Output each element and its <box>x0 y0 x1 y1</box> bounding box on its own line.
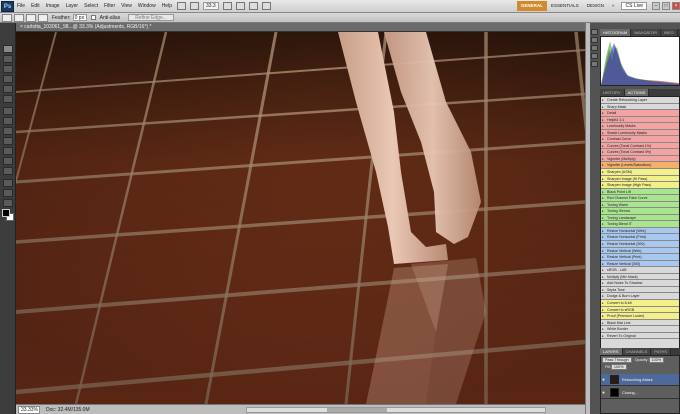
type-tool-icon[interactable] <box>3 189 13 197</box>
styles-panel-icon[interactable] <box>591 45 598 51</box>
workspace-essentials-button[interactable]: ESSENTIALS <box>547 1 583 11</box>
fill-field[interactable]: 100% <box>610 363 627 370</box>
tab-navigator[interactable]: NAVIGATOR <box>631 29 662 36</box>
screen-mode-icon[interactable] <box>261 2 271 10</box>
cs-live-button[interactable]: CS Live <box>621 2 647 10</box>
mini-bridge-icon[interactable] <box>189 2 199 10</box>
pen-tool-icon[interactable] <box>3 179 13 187</box>
layer-name[interactable]: Closing... <box>622 391 638 395</box>
layer-row[interactable]: ● Closing... <box>601 387 679 399</box>
move-tool-icon[interactable] <box>3 45 13 53</box>
blend-mode-select[interactable]: Pass Through <box>602 356 632 363</box>
menu-file[interactable]: File <box>14 3 28 9</box>
minimize-icon[interactable]: – <box>652 2 660 10</box>
antialias-label: Anti-alias <box>99 14 121 21</box>
opacity-label: Opacity: <box>634 357 649 362</box>
menu-window[interactable]: Window <box>135 3 159 9</box>
opacity-field[interactable]: 100% <box>648 356 665 363</box>
subtract-selection-icon[interactable] <box>38 13 48 22</box>
workspace-design-button[interactable]: DESIGN <box>583 1 608 11</box>
menu-view[interactable]: View <box>118 3 135 9</box>
status-bar: 33.33% Doc: 32.4M/135.0M <box>16 404 585 414</box>
history-brush-tool-icon[interactable] <box>3 137 13 145</box>
tab-actions[interactable]: ACTIONS <box>624 89 650 96</box>
tab-channels[interactable]: CHANNELS <box>622 348 652 355</box>
menu-image[interactable]: Image <box>43 3 63 9</box>
eyedropper-tool-icon[interactable] <box>3 95 13 103</box>
crop-tool-icon[interactable] <box>3 85 13 93</box>
clone-stamp-tool-icon[interactable] <box>3 127 13 135</box>
tab-paths[interactable]: PATHS <box>651 348 672 355</box>
menu-edit[interactable]: Edit <box>28 3 43 9</box>
brush-tool-icon[interactable] <box>3 117 13 125</box>
marquee-preset-icon[interactable] <box>2 13 12 22</box>
healing-brush-tool-icon[interactable] <box>3 107 13 115</box>
panels-dock: HISTOGRAM NAVIGATOR INFO HISTORY ACTIONS… <box>590 23 680 414</box>
status-zoom-field[interactable]: 33.33% <box>18 405 40 414</box>
menu-help[interactable]: Help <box>159 3 175 9</box>
tile-floor-photo <box>16 32 585 404</box>
histogram-panel-tabs: HISTOGRAM NAVIGATOR INFO <box>600 29 680 36</box>
gradient-tool-icon[interactable] <box>3 157 13 165</box>
menu-bar: Ps File Edit Image Layer Select Filter V… <box>0 0 680 13</box>
tab-layers[interactable]: LAYERS <box>600 348 623 355</box>
layer-fill-row: Fill: 100% <box>601 363 679 370</box>
layers-panel-tabs: LAYERS CHANNELS PATHS <box>600 348 680 355</box>
color-panel-icon[interactable] <box>591 29 598 35</box>
menu-select[interactable]: Select <box>81 3 101 9</box>
arrange-documents-icon[interactable] <box>248 2 258 10</box>
antialias-checkbox[interactable] <box>90 15 96 20</box>
zoom-level-dropdown[interactable]: 33.3 <box>202 2 219 10</box>
foreground-color-swatch[interactable] <box>2 209 10 217</box>
image-canvas[interactable] <box>16 32 585 404</box>
menu-layer[interactable]: Layer <box>63 3 82 9</box>
tab-info[interactable]: INFO <box>661 29 678 36</box>
eraser-tool-icon[interactable] <box>3 147 13 155</box>
layer-thumbnail <box>610 388 619 397</box>
new-selection-icon[interactable] <box>14 13 24 22</box>
eye-icon[interactable]: ● <box>602 390 608 396</box>
tools-panel <box>0 23 16 414</box>
close-icon[interactable]: × <box>672 2 680 10</box>
workspace-more-icon[interactable]: » <box>608 1 619 11</box>
action-item[interactable]: Revert To Original <box>601 332 679 340</box>
workspace-general-button[interactable]: GENERAL <box>516 1 547 11</box>
layer-options-row: Pass Through Opacity: 100% <box>601 356 679 363</box>
quick-select-tool-icon[interactable] <box>3 75 13 83</box>
refine-edge-button[interactable]: Refine Edge... <box>128 14 174 21</box>
feather-label: Feather: <box>52 14 71 21</box>
hand-tool-icon[interactable] <box>3 199 13 207</box>
document-size-info[interactable]: Doc: 32.4M/135.0M <box>46 406 96 414</box>
actions-list: Create Retouching LayerSharp MaskDetailH… <box>600 96 680 356</box>
photoshop-logo: Ps <box>1 0 14 12</box>
actions-panel-tabs: HISTORY ACTIONS <box>600 89 680 96</box>
layers-panel: Pass Through Opacity: 100% Fill: 100% ● … <box>600 355 680 414</box>
feather-input[interactable]: 0 px <box>72 14 87 21</box>
maximize-icon[interactable]: □ <box>662 2 670 10</box>
marquee-tool-icon[interactable] <box>3 55 13 63</box>
tab-history[interactable]: HISTORY <box>600 89 625 96</box>
lasso-tool-icon[interactable] <box>3 65 13 73</box>
menu-filter[interactable]: Filter <box>101 3 118 9</box>
masks-panel-icon[interactable] <box>591 61 598 67</box>
eye-icon[interactable]: ● <box>602 377 608 383</box>
zoom-tool-icon[interactable] <box>235 2 245 10</box>
histogram-graph <box>600 36 680 86</box>
layer-name[interactable]: Retouching Attack <box>622 378 653 382</box>
add-selection-icon[interactable] <box>26 13 36 22</box>
adjustments-panel-icon[interactable] <box>591 53 598 59</box>
tab-histogram[interactable]: HISTOGRAM <box>600 29 632 36</box>
bridge-icon[interactable] <box>176 2 186 10</box>
swatches-panel-icon[interactable] <box>591 37 598 43</box>
horizontal-scrollbar[interactable] <box>246 406 546 413</box>
layer-thumbnail <box>610 375 619 384</box>
collapsed-panel-icons <box>591 29 599 89</box>
layer-row[interactable]: ● Retouching Attack <box>601 374 679 386</box>
document-tab[interactable]: × carlotta_103061_98...@ 33.3% (Adjustme… <box>16 23 585 32</box>
dodge-tool-icon[interactable] <box>3 167 13 175</box>
options-bar: Feather: 0 px Anti-alias Refine Edge... <box>0 13 680 23</box>
hand-tool-icon[interactable] <box>222 2 232 10</box>
photoshop-window: Ps File Edit Image Layer Select Filter V… <box>0 0 680 414</box>
